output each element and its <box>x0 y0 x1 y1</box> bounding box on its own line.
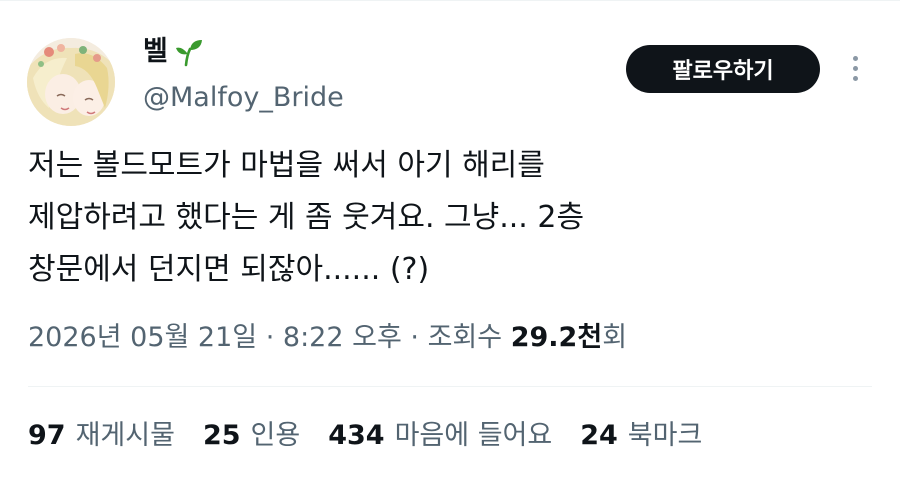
views-label: 조회수 <box>427 322 503 353</box>
quotes-count: 25 <box>202 420 241 451</box>
engagement-stats: 97 재게시물 25 인용 434 마음에 들어요 24 북마크 <box>28 416 730 456</box>
quotes-label: 인용 <box>250 420 301 451</box>
user-handle[interactable]: @Malfoy_Bride <box>143 80 344 116</box>
reposts-label: 재게시물 <box>75 420 175 451</box>
likes-stat[interactable]: 434 마음에 들어요 <box>328 416 552 456</box>
tweet-meta: 2026년 05월 21일 · 8:22 오후 · 조회수 29.2천회 <box>28 320 627 356</box>
bookmarks-label: 북마크 <box>627 420 703 451</box>
likes-label: 마음에 들어요 <box>394 420 553 451</box>
bookmarks-stat[interactable]: 24 북마크 <box>580 416 702 456</box>
reposts-stat[interactable]: 97 재게시물 <box>28 416 175 456</box>
views-count: 29.2천 <box>510 322 603 353</box>
display-name[interactable]: 벨 <box>143 34 168 70</box>
avatar[interactable] <box>27 38 115 126</box>
follow-button[interactable]: 팔로우하기 <box>626 45 820 93</box>
likes-count: 434 <box>328 420 385 451</box>
more-vertical-icon[interactable] <box>842 50 870 86</box>
avatar-image <box>27 38 115 126</box>
meta-separator: · <box>410 322 419 353</box>
tweet-text: 저는 볼드모트가 마법을 써서 아기 해리를 제압하려고 했다는 게 좀 웃겨요… <box>28 148 585 287</box>
sprout-icon <box>175 40 202 67</box>
display-name-row[interactable]: 벨 <box>143 34 204 70</box>
meta-separator: · <box>265 322 275 353</box>
views-suffix: 회 <box>602 322 628 353</box>
reposts-count: 97 <box>28 420 66 451</box>
bookmarks-count: 24 <box>580 420 618 451</box>
tweet-date[interactable]: 2026년 05월 21일 <box>28 322 257 353</box>
top-divider <box>0 0 900 1</box>
tweet-time[interactable]: 8:22 오후 <box>283 322 402 353</box>
quotes-stat[interactable]: 25 인용 <box>203 416 300 456</box>
meta-divider <box>28 386 872 387</box>
